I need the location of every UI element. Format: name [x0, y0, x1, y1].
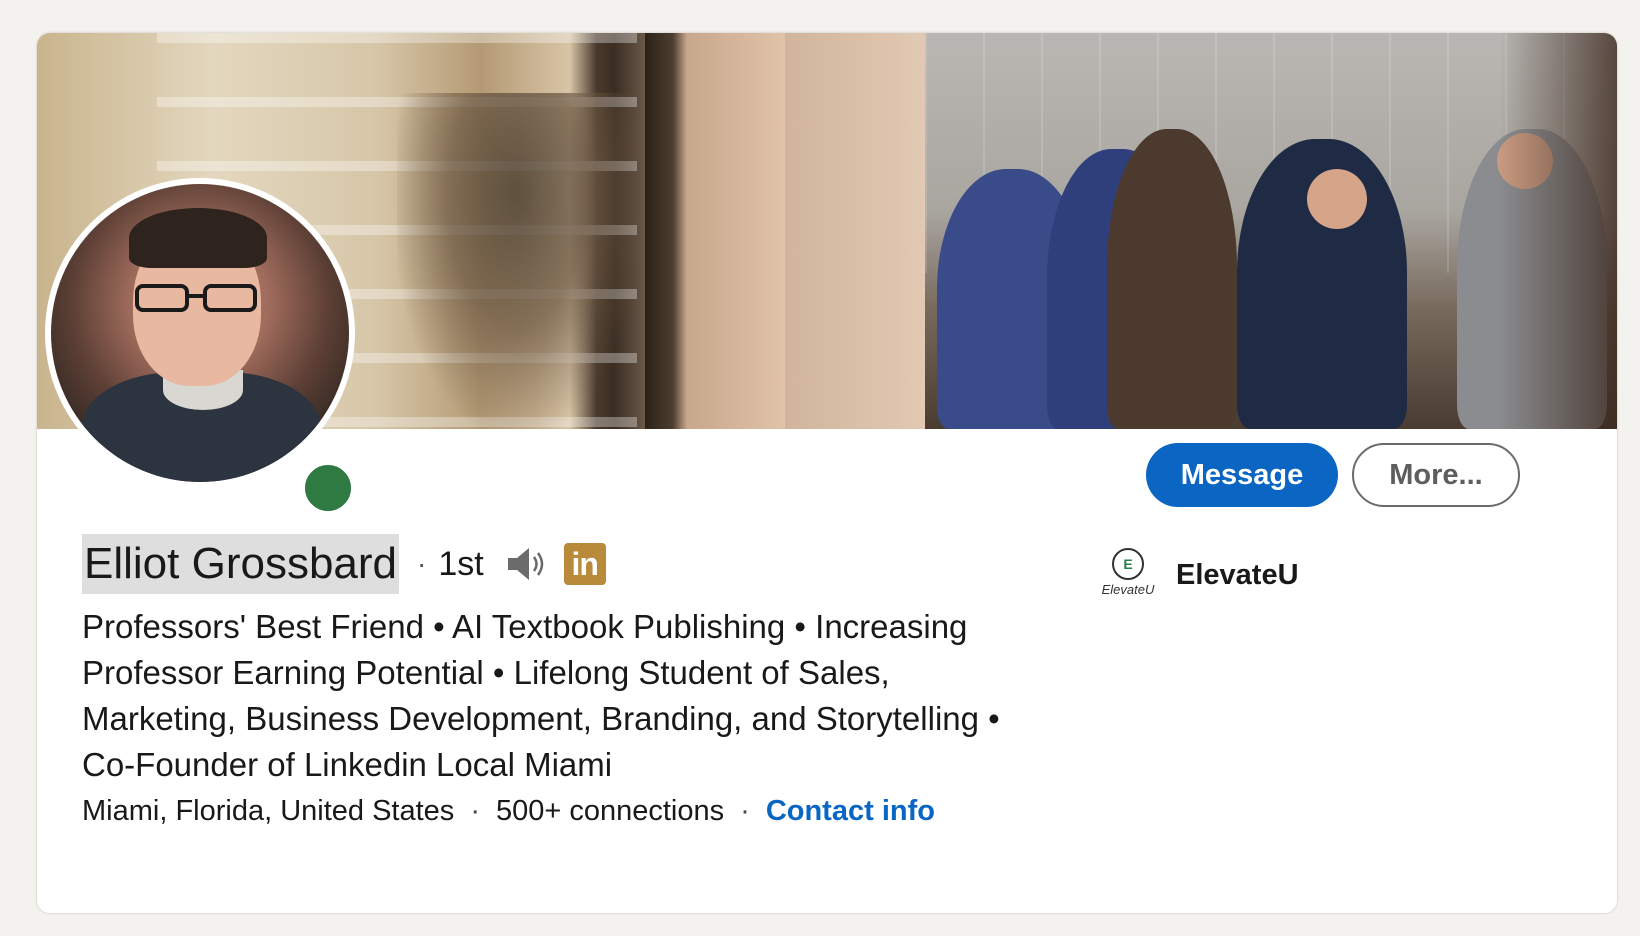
profile-photo[interactable] [45, 178, 355, 488]
profile-headline: Professors' Best Friend • AI Textbook Pu… [82, 608, 1000, 783]
connection-degree: 1st [438, 544, 484, 583]
contact-info-link[interactable]: Contact info [766, 795, 935, 828]
profile-name: Elliot Grossbard [82, 534, 400, 594]
separator-dot: · [470, 795, 480, 827]
separator-dot: · [417, 548, 427, 579]
separator-dot: · [740, 795, 750, 827]
connections-count[interactable]: 500+ connections [496, 795, 724, 828]
company-name: ElevateU [1176, 558, 1299, 591]
avatar [51, 184, 349, 482]
glasses-shape [135, 284, 257, 312]
current-company[interactable]: E ElevateU ElevateU [1096, 548, 1299, 602]
linkedin-icon: in [563, 543, 606, 585]
message-button[interactable]: Message [1146, 443, 1338, 507]
profile-meta: Miami, Florida, United States · 500+ con… [82, 795, 935, 828]
company-logo: E ElevateU [1096, 548, 1160, 602]
company-logo-wordmark: ElevateU [1101, 582, 1155, 597]
location: Miami, Florida, United States [82, 795, 455, 827]
company-logo-mark: E [1112, 548, 1144, 580]
more-button[interactable]: More... [1352, 443, 1520, 507]
online-status-indicator [300, 460, 356, 516]
speaker-icon[interactable] [504, 545, 548, 583]
name-row: Elliot Grossbard · 1st in [82, 534, 606, 594]
